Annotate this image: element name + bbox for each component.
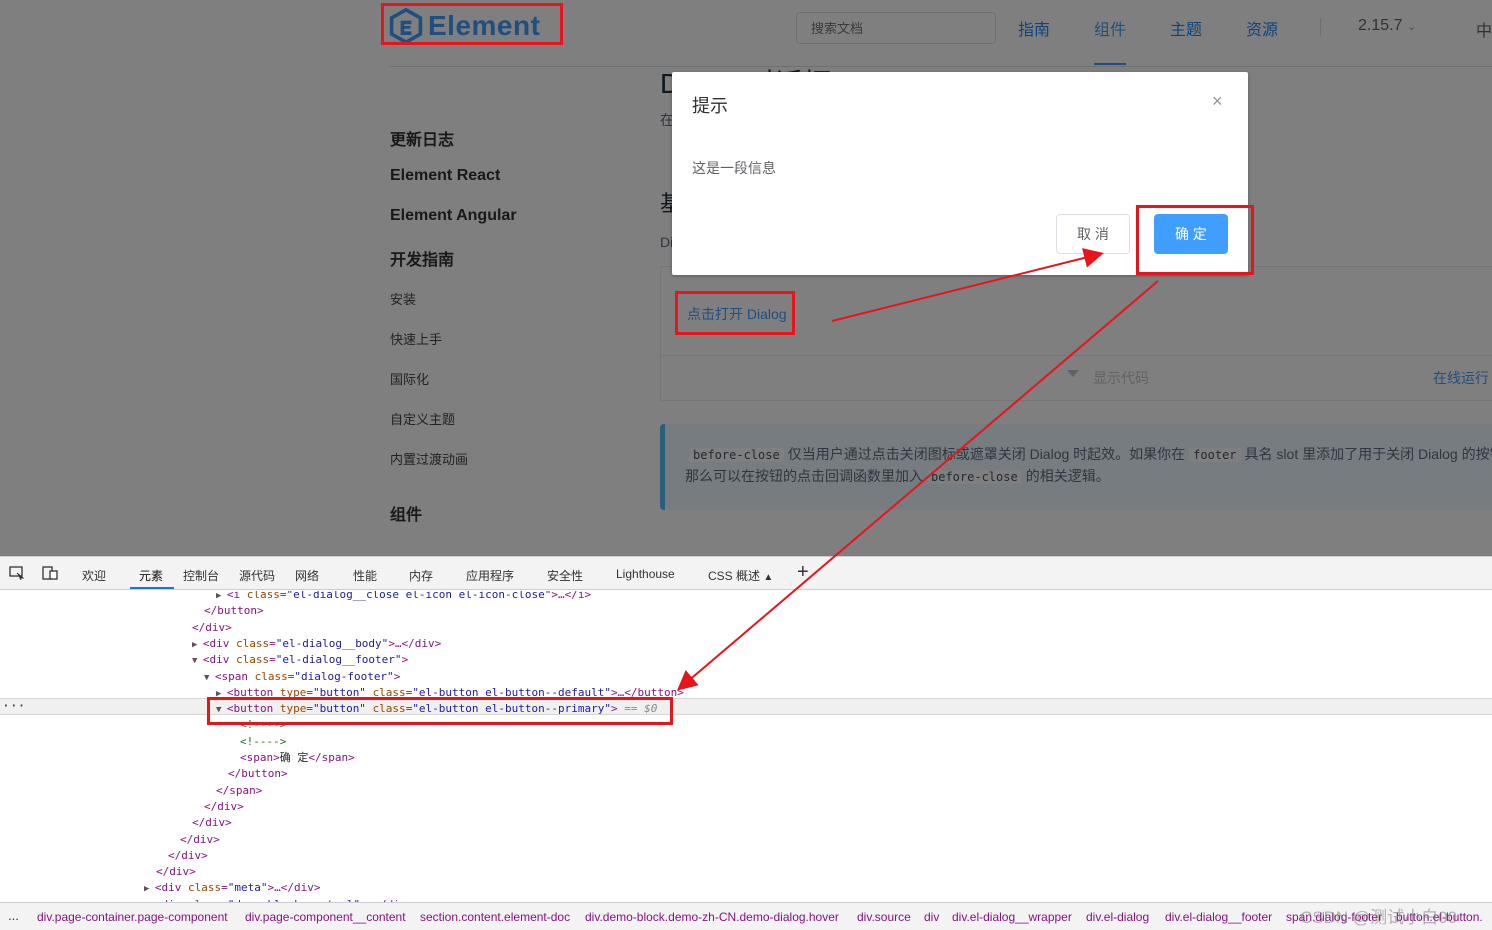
dom-node-line[interactable]: ▼ <div class="el-dialog__footer"> — [192, 652, 408, 668]
dom-attr-value: "el-dialog__footer" — [275, 653, 402, 667]
dom-tag: </span> — [216, 783, 263, 797]
breadcrumb-item[interactable]: div.el-dialog__wrapper — [952, 910, 1072, 924]
dom-node-line[interactable]: ▶ <div class="meta">…</div> — [144, 880, 320, 896]
docs-page: Element 指南 组件 主题 资源 2.15.7 ⌄ 中 更新日志 Elem… — [0, 0, 1492, 556]
dom-text: 确 定 — [279, 751, 309, 764]
dom-node-line[interactable]: </div> — [156, 864, 196, 880]
tab-sources[interactable]: 源代码 — [239, 567, 275, 584]
tab-console[interactable]: 控制台 — [183, 567, 219, 584]
dom-comment: <!----> — [240, 734, 287, 748]
breadcrumb-item[interactable]: div.demo-block.demo-zh-CN.demo-dialog.ho… — [585, 910, 839, 924]
dom-node-line[interactable]: </div> — [180, 832, 220, 848]
expand-triangle-icon: ▼ — [192, 656, 203, 667]
breadcrumb-item[interactable]: div.el-dialog — [1086, 910, 1149, 924]
dom-tag: >…</div> — [388, 636, 442, 650]
expand-triangle-icon: ▶ — [144, 884, 155, 895]
tab-performance[interactable]: 性能 — [353, 567, 377, 584]
dom-equals: = — [269, 653, 276, 667]
dom-attr-name: class — [246, 591, 280, 601]
tab-network[interactable]: 网络 — [295, 567, 319, 584]
dom-tag: <div — [154, 881, 188, 895]
dom-attr-name: class — [187, 881, 222, 895]
dom-node-line[interactable]: </div> — [192, 815, 232, 831]
dom-tag: > — [401, 653, 409, 667]
dom-tag: </div> — [192, 620, 232, 634]
expand-triangle-icon: ▶ — [192, 639, 203, 650]
dom-tag: </button> — [228, 767, 288, 781]
watermark: CSDN @测试小白00 — [1300, 908, 1458, 927]
annotation-box-confirm-button — [1136, 205, 1254, 275]
breadcrumb-item[interactable]: div — [924, 910, 939, 924]
dom-node-line[interactable]: ▶ <div class="el-dialog__body">…</div> — [192, 636, 441, 652]
expand-triangle-icon: ▶ — [216, 591, 227, 601]
device-toolbar-icon[interactable] — [42, 566, 58, 580]
breadcrumb-overflow-icon[interactable]: ... — [8, 908, 19, 923]
dom-tag: </div> — [192, 816, 232, 830]
dom-tag: </div> — [168, 848, 208, 862]
dom-node-line[interactable]: ▼ <span class="dialog-footer"> — [204, 669, 400, 685]
devtools-tabbar: 欢迎 元素 控制台 源代码 网络 性能 内存 应用程序 安全性 Lighthou… — [0, 556, 1492, 590]
dom-attr-value: "meta" — [227, 881, 268, 895]
breadcrumb-item[interactable]: div.page-component__content — [245, 910, 406, 924]
dom-tag: >…</div> — [267, 881, 321, 895]
dom-equals: = — [269, 636, 276, 650]
dom-node-line[interactable]: </div> — [168, 848, 208, 864]
tab-css-overview[interactable]: CSS 概述 ▲ — [708, 567, 773, 584]
dom-tag: <span> — [240, 751, 280, 764]
annotation-box-logo — [381, 3, 563, 45]
dom-tag: </span> — [308, 751, 355, 764]
dom-node-line[interactable]: </div> — [204, 799, 244, 815]
dialog-title: 提示 — [692, 96, 728, 116]
cancel-button[interactable]: 取 消 — [1056, 214, 1130, 254]
dom-node-line[interactable]: <span>确 定</span> — [240, 750, 355, 766]
tab-elements[interactable]: 元素 — [139, 567, 163, 584]
dom-attr-value: "el-dialog__close el-icon el-icon-close" — [286, 591, 552, 601]
dom-tag: </div> — [156, 865, 196, 879]
add-tab-icon[interactable]: + — [797, 561, 809, 584]
breadcrumb-item[interactable]: div.page-container.page-component — [37, 910, 228, 924]
dom-tag: </div> — [204, 799, 244, 813]
tab-application[interactable]: 应用程序 — [466, 567, 514, 584]
tab-lighthouse[interactable]: Lighthouse — [616, 567, 675, 581]
breadcrumb-item[interactable]: div.el-dialog__footer — [1165, 910, 1272, 924]
tab-welcome[interactable]: 欢迎 — [82, 567, 106, 584]
dom-node-line[interactable]: <!----> — [240, 734, 286, 750]
elements-tree[interactable]: ··· ▶ <i class="el-dialog__close el-icon… — [0, 591, 1492, 903]
dialog-body: 这是一段信息 — [692, 160, 776, 176]
tab-css-overview-label: CSS 概述 — [708, 569, 761, 583]
dom-tag: >…</i> — [551, 591, 592, 601]
flask-icon: ▲ — [763, 572, 774, 583]
dom-breadcrumb: ... div.page-container.page-component div… — [0, 902, 1492, 930]
dom-node-line[interactable]: </button> — [228, 766, 288, 782]
dom-node-line[interactable]: </button> — [204, 603, 264, 619]
dom-attr-name: class — [254, 669, 288, 683]
dom-attr-name: class — [235, 653, 270, 667]
dom-attr-value: "dialog-footer" — [294, 669, 394, 683]
annotation-box-open-button — [675, 291, 795, 335]
dom-tag: </div> — [180, 832, 220, 846]
tab-security[interactable]: 安全性 — [547, 567, 583, 584]
dom-tag: <div — [202, 653, 236, 667]
inspect-element-icon[interactable] — [9, 566, 25, 580]
active-tab-indicator — [130, 587, 174, 589]
annotation-box-primary-button-node — [207, 697, 673, 725]
dom-tag: </button> — [204, 604, 264, 618]
dom-node-line[interactable]: </span> — [216, 783, 262, 799]
devtools-panel: 欢迎 元素 控制台 源代码 网络 性能 内存 应用程序 安全性 Lighthou… — [0, 556, 1492, 930]
dom-node-line[interactable]: ▶ <i class="el-dialog__close el-icon el-… — [216, 591, 591, 603]
dom-equals: = — [221, 881, 228, 895]
dom-tag: > — [393, 669, 401, 683]
dom-attr-name: class — [235, 636, 270, 650]
node-actions-icon[interactable]: ··· — [2, 699, 25, 714]
dom-tag: <span — [214, 669, 255, 683]
dom-attr-value: "el-dialog__body" — [275, 636, 389, 650]
dom-tag: <i — [226, 591, 247, 601]
breadcrumb-item[interactable]: section.content.element-doc — [420, 910, 570, 924]
tab-memory[interactable]: 内存 — [409, 567, 433, 584]
expand-triangle-icon: ▼ — [204, 672, 215, 683]
close-icon[interactable]: × — [1212, 92, 1223, 110]
breadcrumb-item[interactable]: div.source — [857, 910, 911, 924]
dom-node-line[interactable]: </div> — [192, 620, 232, 636]
dom-tag: <div — [202, 636, 236, 650]
